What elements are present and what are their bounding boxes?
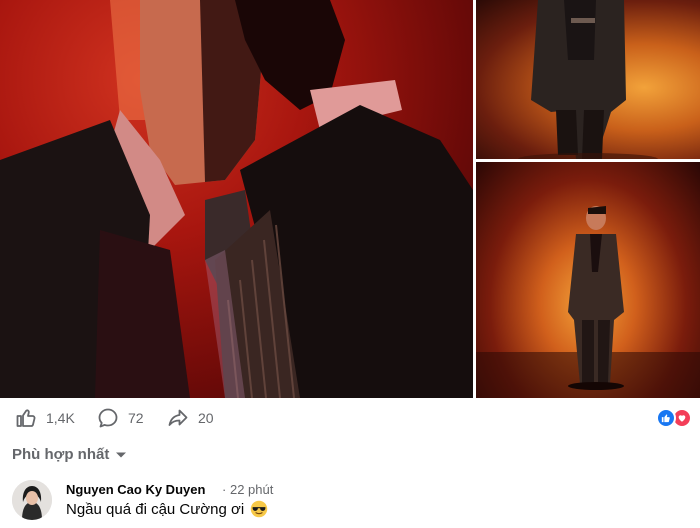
like-button[interactable]: 1,4K [14,406,75,430]
standing-figure-illustration [518,0,658,159]
share-count: 20 [198,410,214,426]
full-body-photo-bottom[interactable] [476,162,700,398]
share-arrow-icon [168,409,188,426]
comment-timestamp[interactable]: · 22 phút [222,482,273,497]
share-button[interactable]: 20 [166,406,214,430]
comment-item: Nguyen Cao Ky Duyen · 22 phút Ngầu quá đ… [12,480,692,524]
comment-text: Ngầu quá đi cậu Cường ơi [66,500,245,518]
speech-bubble-icon [98,408,118,428]
main-portrait-photo[interactable] [0,0,473,398]
profile-picture [12,480,52,520]
post-stats-bar: 1,4K 72 20 [0,398,700,440]
post-photo-grid [0,0,700,398]
reaction-summary[interactable] [656,408,696,428]
comment-sort-dropdown[interactable]: Phù hợp nhất [12,446,127,463]
like-reaction-icon [656,408,676,428]
like-count: 1,4K [46,410,75,426]
thumbs-up-icon [16,409,36,427]
caret-down-icon [116,452,127,457]
timestamp-separator: · [222,482,227,497]
timestamp-value: 22 phút [229,482,274,497]
full-body-photo-top[interactable] [476,0,700,159]
standing-figure-illustration [476,206,700,398]
portrait-illustration [0,0,473,398]
avatar[interactable] [12,480,52,520]
comment-body: Ngầu quá đi cậu Cường ơi [66,500,268,518]
comment-count: 72 [128,410,144,426]
sort-label: Phù hợp nhất [12,446,110,463]
sunglasses-emoji-icon [250,500,268,518]
comment-author[interactable]: Nguyen Cao Ky Duyen [66,482,205,497]
comment-button[interactable]: 72 [96,406,144,430]
